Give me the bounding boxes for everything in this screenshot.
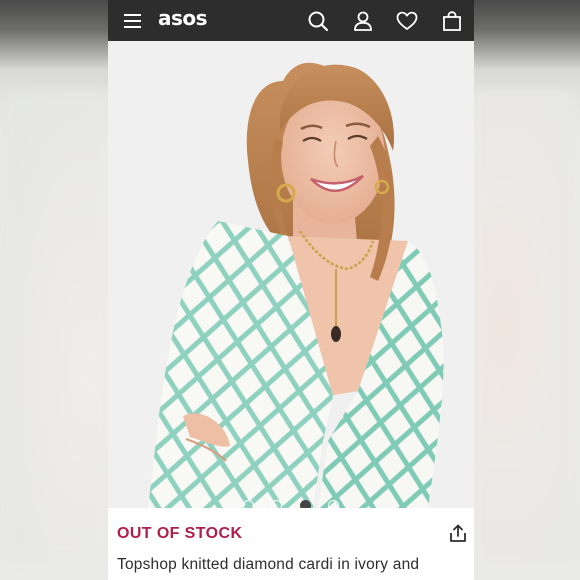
account-icon [354, 11, 372, 31]
menu-icon [124, 14, 141, 28]
menu-button[interactable] [120, 8, 146, 34]
account-button[interactable] [350, 8, 376, 34]
share-icon [450, 524, 466, 542]
asos-logo[interactable]: asos [158, 6, 208, 30]
top-nav-bar: asos [108, 0, 474, 41]
search-button[interactable] [305, 8, 331, 34]
gallery-dot-3[interactable] [300, 500, 311, 508]
bag-icon [443, 11, 461, 31]
bag-button[interactable] [439, 8, 465, 34]
gallery-pagination [108, 500, 474, 508]
gallery-dot-4[interactable] [328, 500, 339, 508]
wishlist-button[interactable] [394, 8, 420, 34]
share-button[interactable] [447, 522, 469, 544]
wishlist-heart-icon [396, 11, 418, 30]
backdrop-right [470, 90, 580, 560]
search-icon [308, 11, 329, 32]
product-image-gallery[interactable] [108, 41, 474, 508]
backdrop-left [0, 90, 110, 560]
stock-status: OUT OF STOCK [117, 525, 243, 542]
product-photo [148, 62, 444, 508]
mobile-page: asos OUT OF STOCK Topshop knitted diamon… [108, 0, 474, 580]
gallery-dot-1[interactable] [243, 500, 254, 508]
product-info: OUT OF STOCK Topshop knitted diamond car… [108, 508, 474, 580]
gallery-dot-2[interactable] [271, 500, 282, 508]
product-title: Topshop knitted diamond cardi in ivory a… [117, 556, 420, 573]
